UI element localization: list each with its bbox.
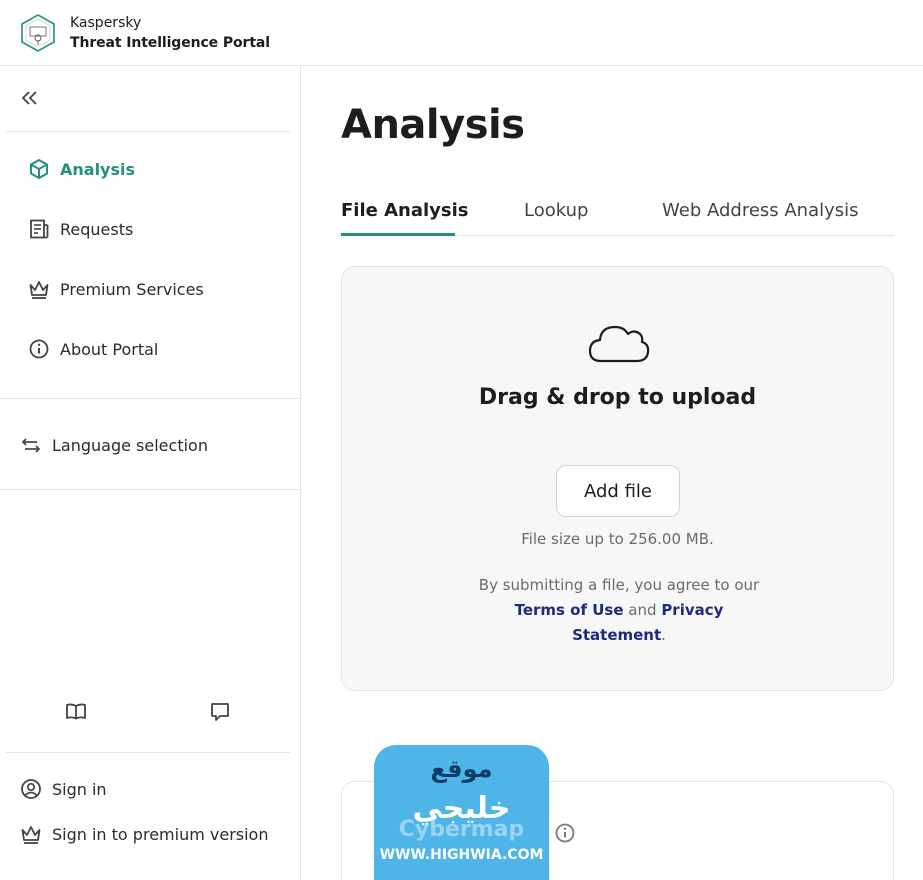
sidebar-divider bbox=[0, 398, 300, 399]
sign-in-label: Sign in bbox=[52, 779, 107, 799]
brand-line-1: Kaspersky bbox=[70, 14, 142, 31]
sidebar: Analysis Requests Premium Services About… bbox=[0, 66, 301, 880]
book-icon[interactable] bbox=[64, 700, 88, 724]
double-chevron-left-icon[interactable] bbox=[20, 88, 40, 108]
terms-of-use-link[interactable]: Terms of Use bbox=[515, 601, 624, 619]
terms-and: and bbox=[628, 601, 657, 619]
sign-in-premium-label: Sign in to premium version bbox=[52, 824, 269, 844]
cloud-icon bbox=[588, 325, 650, 363]
cube-icon bbox=[28, 158, 50, 180]
app-header: Kaspersky Threat Intelligence Portal bbox=[0, 0, 923, 66]
swap-arrows-icon bbox=[20, 434, 42, 456]
file-size-note: File size up to 256.00 MB. bbox=[521, 530, 714, 548]
sidebar-item-requests[interactable]: Requests bbox=[28, 215, 133, 243]
brand-name: Kaspersky Threat Intelligence Portal bbox=[70, 13, 270, 53]
kaspersky-logo-icon[interactable] bbox=[20, 13, 56, 52]
sidebar-item-analysis[interactable]: Analysis bbox=[28, 155, 135, 183]
sidebar-divider bbox=[6, 131, 290, 132]
add-file-button[interactable]: Add file bbox=[556, 465, 680, 517]
sidebar-item-premium-services[interactable]: Premium Services bbox=[28, 275, 204, 303]
page-title: Analysis bbox=[341, 102, 525, 148]
watermark-logo: موقع خليجي Cybermap WWW.HIGHWIA.COM bbox=[374, 745, 549, 880]
crown-icon bbox=[20, 823, 42, 845]
sidebar-item-label: Language selection bbox=[52, 435, 208, 455]
chat-icon[interactable] bbox=[208, 700, 232, 724]
file-dropzone[interactable]: Drag & drop to upload Add file File size… bbox=[341, 266, 894, 691]
watermark-url: WWW.HIGHWIA.COM bbox=[379, 847, 544, 863]
sign-in-link[interactable]: Sign in bbox=[20, 775, 107, 803]
sidebar-item-label: Requests bbox=[60, 219, 134, 239]
active-tab-indicator bbox=[341, 233, 455, 236]
sidebar-item-label: About Portal bbox=[60, 339, 159, 359]
crown-icon bbox=[28, 278, 50, 300]
sidebar-divider bbox=[0, 489, 300, 490]
terms-prefix: By submitting a file, you agree to our bbox=[478, 576, 760, 594]
user-circle-icon bbox=[20, 778, 42, 800]
tab-web-address-analysis[interactable]: Web Address Analysis bbox=[662, 200, 859, 221]
sidebar-item-label: Premium Services bbox=[60, 279, 204, 299]
dropzone-title: Drag & drop to upload bbox=[478, 385, 757, 410]
sidebar-divider bbox=[6, 752, 290, 753]
document-icon bbox=[28, 218, 50, 240]
watermark-brand-text: Cybermap bbox=[398, 817, 525, 842]
terms-suffix: . bbox=[661, 626, 666, 644]
analysis-tabs: File Analysis Lookup Web Address Analysi… bbox=[341, 192, 894, 236]
info-icon[interactable] bbox=[554, 822, 576, 844]
watermark-top-text: موقع bbox=[430, 755, 493, 783]
tab-lookup[interactable]: Lookup bbox=[524, 200, 588, 221]
terms-notice: By submitting a file, you agree to our T… bbox=[474, 573, 764, 648]
sign-in-premium-link[interactable]: Sign in to premium version bbox=[20, 820, 268, 848]
sidebar-item-label: Analysis bbox=[60, 159, 136, 179]
info-icon bbox=[28, 338, 50, 360]
sidebar-item-language-selection[interactable]: Language selection bbox=[20, 431, 208, 459]
brand-line-2: Threat Intelligence Portal bbox=[70, 34, 270, 51]
sidebar-item-about-portal[interactable]: About Portal bbox=[28, 335, 158, 363]
tab-file-analysis[interactable]: File Analysis bbox=[341, 200, 469, 221]
